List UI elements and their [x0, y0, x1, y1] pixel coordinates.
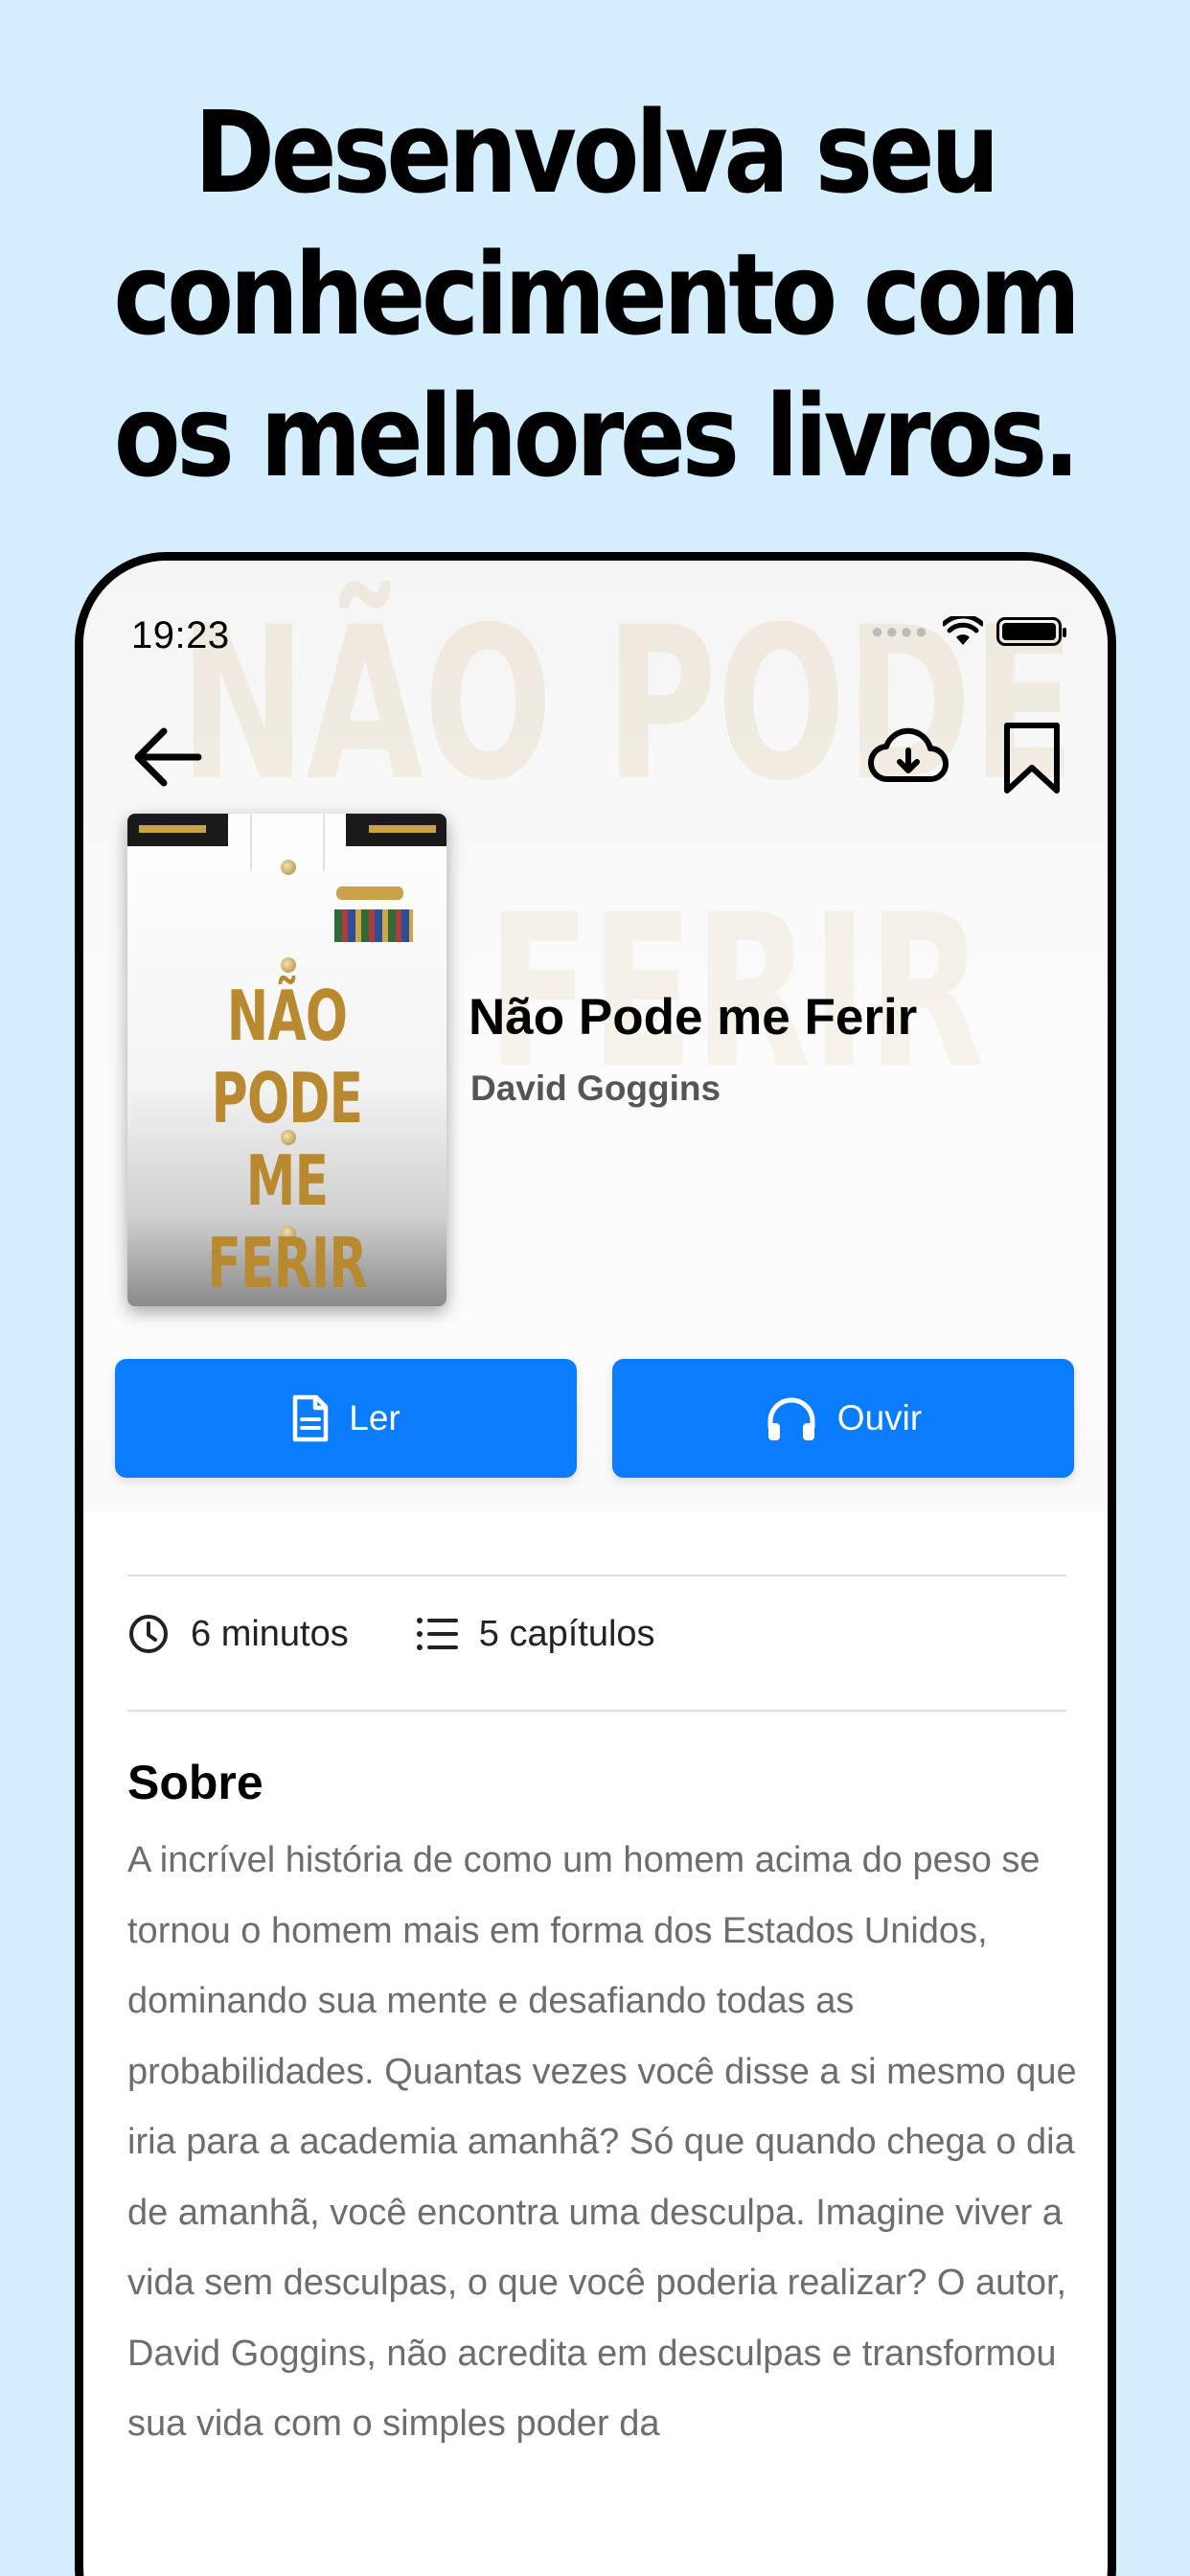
- divider: [127, 1710, 1066, 1712]
- read-button-label: Ler: [349, 1398, 400, 1438]
- signal-dots-icon: ●●●●: [870, 619, 929, 643]
- status-bar: 19:23 ●●●●: [83, 561, 1108, 676]
- listen-button-label: Ouvir: [836, 1398, 923, 1438]
- cover-uniform-button: [281, 957, 296, 973]
- headline-line-1: Desenvolva seu: [194, 86, 1000, 218]
- cover-left-shoulder-board: [127, 814, 228, 846]
- cover-title: NÃO PODE ME FERIR: [207, 976, 367, 1303]
- chapters-text: 5 capítulos: [478, 1613, 655, 1654]
- status-time: 19:23: [131, 614, 230, 656]
- book-author: David Goggins: [470, 1069, 721, 1108]
- headline: Desenvolva seu conhecimento com os melho…: [83, 81, 1107, 507]
- about-title: Sobre: [127, 1756, 263, 1809]
- book-cover: NÃO PODE ME FERIR: [127, 814, 446, 1306]
- battery-icon: [996, 617, 1066, 646]
- cloud-download-icon: [868, 727, 949, 783]
- cover-uniform-button: [281, 860, 296, 875]
- book-title: Não Pode me Ferir: [469, 989, 918, 1046]
- status-icons: ●●●●: [870, 616, 1066, 647]
- read-button[interactable]: Ler: [115, 1359, 577, 1478]
- cover-right-shoulder-board: [346, 814, 446, 846]
- wifi-icon: [943, 616, 983, 645]
- headline-line-2: conhecimento com: [113, 228, 1081, 360]
- phone-frame: NÃO PODE ME FERIR 19:23 ●●●●: [75, 552, 1116, 2576]
- divider: [127, 1575, 1066, 1576]
- book-hero: NÃO PODE ME FERIR 19:23 ●●●●: [83, 561, 1108, 1511]
- document-icon: [293, 1394, 329, 1442]
- chapters-info: 5 capítulos: [416, 1614, 655, 1655]
- duration-info: 6 minutos: [127, 1613, 349, 1655]
- duration-text: 6 minutos: [191, 1613, 349, 1654]
- headline-line-3: os melhores livros.: [113, 370, 1080, 502]
- listen-button[interactable]: Ouvir: [612, 1359, 1074, 1478]
- arrow-left-icon: [134, 727, 202, 787]
- download-button[interactable]: [867, 724, 950, 791]
- list-icon: [416, 1618, 458, 1650]
- about-description: A incrível história de como um homem aci…: [127, 1840, 1077, 2444]
- clock-icon: [129, 1615, 168, 1653]
- cover-ribbons: [334, 909, 413, 942]
- bookmark-icon: [1004, 723, 1060, 794]
- bookmark-button[interactable]: [1001, 722, 1063, 794]
- book-meta: 6 minutos 5 capítulos: [127, 1613, 722, 1655]
- headphones-icon: [767, 1397, 815, 1440]
- back-button[interactable]: [131, 725, 204, 789]
- cover-insignia-pin: [336, 886, 403, 900]
